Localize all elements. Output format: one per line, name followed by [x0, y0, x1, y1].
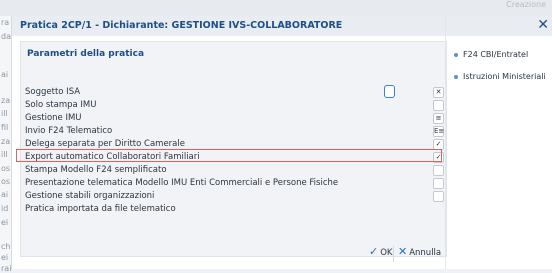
bullet-icon: [454, 52, 458, 57]
gestione-imu-checkbox[interactable]: ≡: [433, 113, 444, 124]
background-letter: ai: [1, 190, 9, 199]
panel-title: Parametri della pratica: [27, 49, 145, 59]
istruzioni-ministeriali-link[interactable]: Istruzioni Ministeriali: [454, 72, 546, 81]
row-label: Gestione stabili organizzazioni: [25, 191, 155, 201]
row-label: Solo stampa IMU: [25, 100, 97, 110]
background-letter: za: [1, 96, 11, 105]
background-letter: ra: [1, 18, 10, 27]
background-label: Creazione: [506, 0, 546, 9]
row-stampa-f24-semplificato[interactable]: Stampa Modello F24 semplificato: [21, 164, 444, 176]
close-icon[interactable]: ✕: [537, 17, 549, 33]
row-label: Soggetto ISA: [25, 87, 81, 97]
row-gestione-imu[interactable]: Gestione IMU ≡: [21, 112, 444, 124]
solo-stampa-imu-checkbox[interactable]: [433, 100, 444, 111]
background-letter: ei: [1, 253, 9, 262]
f24-cbi-entratel-link[interactable]: F24 CBI/Entratel: [454, 50, 528, 59]
background-letter: ill: [1, 109, 8, 118]
annulla-button[interactable]: ✕ Annulla: [398, 245, 441, 263]
background-letter: ill: [1, 150, 8, 159]
background-letter: ch: [1, 242, 11, 251]
gestione-stabili-checkbox[interactable]: [433, 191, 444, 202]
row-gestione-stabili[interactable]: Gestione stabili organizzazioni: [21, 190, 444, 202]
background-letter: ai: [1, 70, 9, 79]
ok-label: OK: [380, 248, 393, 258]
background-letter: da: [1, 32, 11, 41]
pratica-dialog: Pratica 2CP/1 - Dichiarante: GESTIONE IV…: [11, 16, 552, 269]
row-label: Stampa Modello F24 semplificato: [25, 165, 167, 175]
check-icon: ✓: [369, 245, 379, 258]
row-invio-f24[interactable]: Invio F24 Telematico E≡: [21, 125, 444, 137]
button-divider: [393, 246, 394, 262]
dialog-titlebar: Pratica 2CP/1 - Dichiarante: GESTIONE IV…: [12, 16, 552, 36]
stampa-f24-semplificato-checkbox[interactable]: [433, 165, 444, 176]
row-pratica-importata: Pratica importata da file telematico: [21, 203, 444, 215]
action-label: F24 CBI/Entratel: [463, 50, 529, 59]
row-label: Gestione IMU: [25, 113, 82, 123]
dialog-title: Pratica 2CP/1 - Dichiarante: GESTIONE IV…: [20, 20, 343, 31]
invio-f24-checkbox[interactable]: E≡: [433, 126, 444, 137]
ok-button[interactable]: ✓ OK: [369, 245, 392, 263]
action-label: Istruzioni Ministeriali: [463, 72, 546, 81]
annulla-label: Annulla: [409, 248, 442, 258]
background-letter: ei: [1, 218, 9, 227]
row-presentazione-telematica[interactable]: Presentazione telematica Modello IMU Ent…: [21, 177, 444, 189]
background-letter: os: [1, 164, 11, 173]
soggetto-isa-checkbox[interactable]: ✕: [433, 87, 444, 98]
bullet-icon: [454, 74, 458, 79]
background-letter: os: [1, 177, 11, 186]
background-letter: za: [1, 137, 11, 146]
row-label: Presentazione telematica Modello IMU Ent…: [25, 178, 339, 188]
row-solo-stampa-imu[interactable]: Solo stampa IMU: [21, 99, 444, 111]
row-soggetto-isa[interactable]: Soggetto ISA ✕: [21, 85, 444, 98]
selected-row-highlight: [16, 149, 442, 162]
background-left-column: ra da ai za ill fil za ill os os ai id e…: [0, 16, 11, 273]
row-label: Invio F24 Telematico: [25, 126, 113, 136]
divider: [445, 16, 446, 269]
isa-field[interactable]: [384, 85, 395, 98]
background-letter: id: [1, 204, 9, 213]
presentazione-telematica-checkbox[interactable]: [433, 178, 444, 189]
cancel-icon: ✕: [398, 245, 408, 258]
row-label: Pratica importata da file telematico: [25, 204, 176, 214]
background-app-strip: Creazione: [0, 0, 552, 16]
background-letter: fil: [1, 123, 9, 132]
